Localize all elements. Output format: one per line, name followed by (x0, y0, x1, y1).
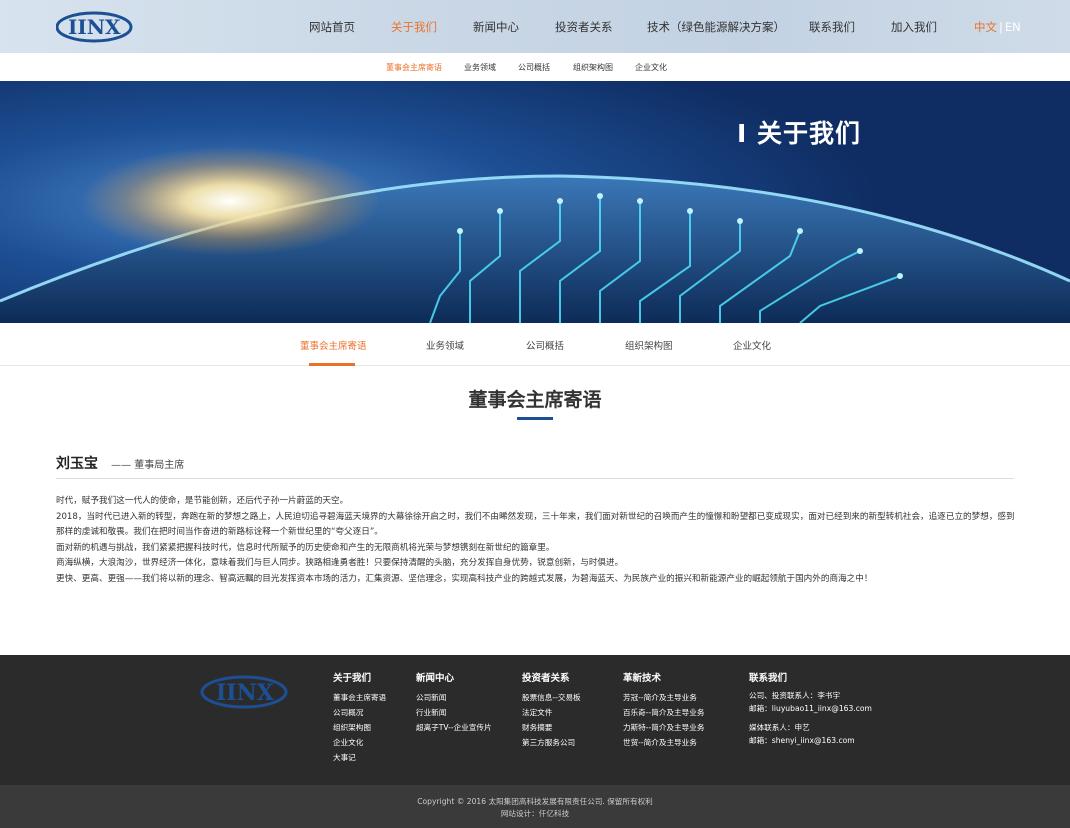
nav-news[interactable]: 新闻中心 (473, 19, 519, 35)
person-name: 刘玉宝 (56, 456, 98, 472)
nav-home[interactable]: 网站首页 (309, 19, 355, 35)
nav-technology[interactable]: 技术（绿色能源解决方案） (647, 19, 785, 35)
main-nav: 网站首页 关于我们 新闻中心 投资者关系 技术（绿色能源解决方案） 联系我们 加… (0, 0, 1070, 53)
lang-separator: | (999, 20, 1003, 34)
nav-about[interactable]: 关于我们 (391, 19, 437, 35)
footer-col-title: 关于我们 (333, 673, 372, 684)
footer-link[interactable]: 法定文件 (522, 705, 581, 720)
section-tabs: 董事会主席寄语 业务领域 公司概括 组织架构图 企业文化 (0, 323, 1070, 366)
paragraph: 2018，当时代已进入新的转型，奔跑在新的梦想之路上，人民迫切追寻碧海蓝天境界的… (56, 511, 1015, 538)
svg-text:IINX: IINX (216, 680, 275, 706)
footer-link[interactable]: 公司新闻 (416, 690, 492, 705)
subnav-chairman[interactable]: 董事会主席寄语 (386, 62, 442, 73)
contact-investor: 公司、投资联系人：李书宇 (749, 691, 841, 700)
subnav-overview[interactable]: 公司概括 (518, 62, 550, 73)
divider (56, 478, 1014, 479)
footer-link[interactable]: 董事会主席寄语 (333, 690, 386, 705)
banner-title: I 关于我们 (737, 119, 862, 148)
footer-col-title: 革新技术 (623, 673, 662, 684)
footer-logo[interactable]: IINX (200, 673, 304, 711)
site-footer: IINX 关于我们 董事会主席寄语 公司概况 组织架构图 企业文化 大事记 新闻… (0, 655, 1070, 785)
footer-col-title: 新闻中心 (416, 673, 455, 684)
footer-link[interactable]: 芳冠--简介及主导业务 (623, 690, 704, 705)
footer-col-news: 新闻中心 公司新闻 行业新闻 超离子TV--企业宣传片 (416, 670, 492, 735)
paragraph: 时代，赋予我们这一代人的使命，是节能创新，还后代子孙一片蔚蓝的天空。 (56, 496, 349, 506)
footer-col-tech: 革新技术 芳冠--简介及主导业务 百乐奇--简介及主导业务 力斯特--简介及主导… (623, 670, 704, 750)
footer-link[interactable]: 大事记 (333, 750, 386, 765)
nav-join[interactable]: 加入我们 (891, 19, 937, 35)
footer-col-title: 投资者关系 (522, 673, 570, 684)
person-role: —— 董事局主席 (111, 460, 185, 471)
site-header: IINX 网站首页 关于我们 新闻中心 投资者关系 技术（绿色能源解决方案） 联… (0, 0, 1070, 53)
active-tab-indicator (309, 363, 355, 366)
page-title: 董事会主席寄语 (468, 389, 602, 411)
footer-col-investor: 投资者关系 股票信息--交易板 法定文件 财务摘要 第三方服务公司 (522, 670, 581, 750)
footer-link[interactable]: 第三方服务公司 (522, 735, 581, 750)
nav-contact[interactable]: 联系我们 (809, 19, 855, 35)
footer-col-title: 联系我们 (749, 673, 788, 684)
contact-media-email[interactable]: 邮箱：shenyi_iinx@163.com (749, 735, 872, 748)
title-underline (517, 417, 553, 420)
footer-link[interactable]: 财务摘要 (522, 720, 581, 735)
footer-link[interactable]: 行业新闻 (416, 705, 492, 720)
paragraph: 面对新的机遇与挑战，我们紧紧把握科技时代，信息时代所赋予的历史使命和产生的无限商… (56, 542, 555, 553)
copyright-text: Copyright © 2016 太阳集团高科技发展有限责任公司. 保留所有权利 (417, 797, 653, 806)
tab-business[interactable]: 业务领域 (426, 338, 464, 352)
footer-link[interactable]: 百乐奇--简介及主导业务 (623, 705, 704, 720)
subnav-business[interactable]: 业务领域 (464, 62, 496, 73)
subnav-org-chart[interactable]: 组织架构图 (573, 62, 613, 73)
sub-nav: 董事会主席寄语 业务领域 公司概括 组织架构图 企业文化 (0, 53, 1070, 81)
footer-link[interactable]: 企业文化 (333, 735, 386, 750)
nav-investor[interactable]: 投资者关系 (555, 19, 613, 35)
hero-banner: I 关于我们 (0, 81, 1070, 323)
footer-col-about: 关于我们 董事会主席寄语 公司概况 组织架构图 企业文化 大事记 (333, 670, 386, 765)
lang-en-link[interactable]: EN (1005, 20, 1021, 34)
paragraph: 商海纵横，大浪淘沙，世界经济一体化，意味着我们与巨人同步。狭路相逢勇者胜！只要保… (56, 558, 624, 568)
design-credit: 网站设计：仟亿科技 (500, 809, 570, 818)
footer-link[interactable]: 力斯特--简介及主导业务 (623, 720, 704, 735)
footer-link[interactable]: 公司概况 (333, 705, 386, 720)
tab-culture[interactable]: 企业文化 (733, 338, 771, 352)
lang-cn-link[interactable]: 中文 (974, 20, 997, 34)
person-heading: 刘玉宝 —— 董事局主席 (56, 453, 184, 473)
footer-link[interactable]: 超离子TV--企业宣传片 (416, 720, 492, 735)
tab-chairman[interactable]: 董事会主席寄语 (300, 338, 367, 352)
footer-link[interactable]: 组织架构图 (333, 720, 386, 735)
language-switch: 中文 | EN (974, 19, 1021, 35)
footer-col-contact: 联系我们 公司、投资联系人：李书宇 邮箱：liuyubao11_iinx@163… (749, 670, 872, 747)
footer-link[interactable]: 股票信息--交易板 (522, 690, 581, 705)
tab-overview[interactable]: 公司概括 (526, 338, 564, 352)
contact-investor-email[interactable]: 邮箱：liuyubao11_iinx@163.com (749, 703, 872, 716)
message-body: 时代，赋予我们这一代人的使命，是节能创新，还后代子孙一片蔚蓝的天空。 2018，… (56, 494, 1018, 587)
paragraph: 更快、更高、更强——我们将以新的理念、智高远瞩的目光发挥资本市场的活力，汇集资源… (56, 573, 873, 584)
footer-link[interactable]: 世贸--简介及主导业务 (623, 735, 704, 750)
contact-media: 媒体联系人：申艺 (749, 723, 810, 732)
tab-org-chart[interactable]: 组织架构图 (625, 338, 673, 352)
subnav-culture[interactable]: 企业文化 (635, 62, 667, 73)
copyright-bar: Copyright © 2016 太阳集团高科技发展有限责任公司. 保留所有权利… (0, 785, 1070, 828)
earth-circuit-illustration (0, 146, 1070, 323)
